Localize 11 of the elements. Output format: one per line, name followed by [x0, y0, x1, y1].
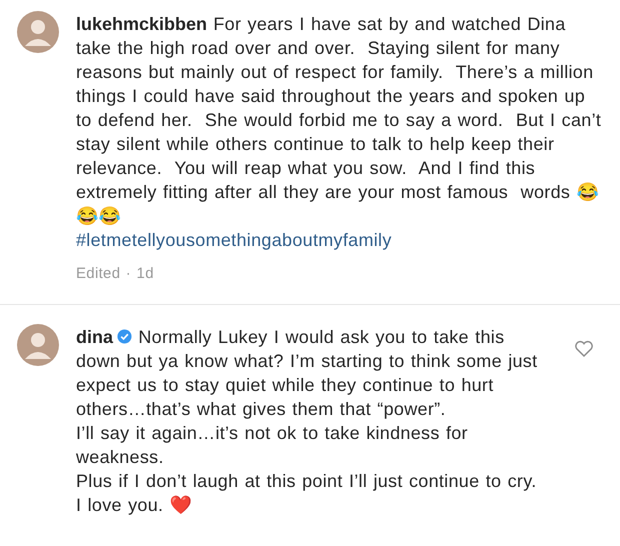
username[interactable]: dina [76, 327, 114, 347]
username[interactable]: lukehmckibben [76, 14, 208, 34]
comment-text: I’ll say it again…it’s not ok to take kindness for weakness. [76, 422, 469, 469]
comment-text: Plus if I don’t laugh at this point I’ll just continue to cry. I love you. ❤ [76, 470, 538, 517]
comment-meta: Edited · 1d [76, 264, 155, 284]
avatar-icon[interactable] [16, 323, 60, 367]
comment-text: dina Normally Lukey I would ask you to take this down but ya know what? I’m starting to think some just expect us to stay quiet while they continue to hurt others…that’s what gives them that “power”. [76, 326, 538, 421]
hashtag-link[interactable]: #letmetellyousomethingaboutmyfamily [76, 230, 392, 250]
heart-icon[interactable] [574, 339, 594, 358]
avatar-icon[interactable] [16, 10, 60, 54]
comment-text: lukehmckibben For years I have sat by and watched Dina take the high road over and over. Staying silent for many reasons but mainly out of respect for family. There’s a million things I could have said throughout the years and spoken up to defend her. She would forbid me to say a word. But I can’t stay silent while others continue to talk to help keep their relevance. You will reap what you sow. And I find this extremely fitting after all they are your most famous words 😂😂😂 [76, 13, 602, 228]
